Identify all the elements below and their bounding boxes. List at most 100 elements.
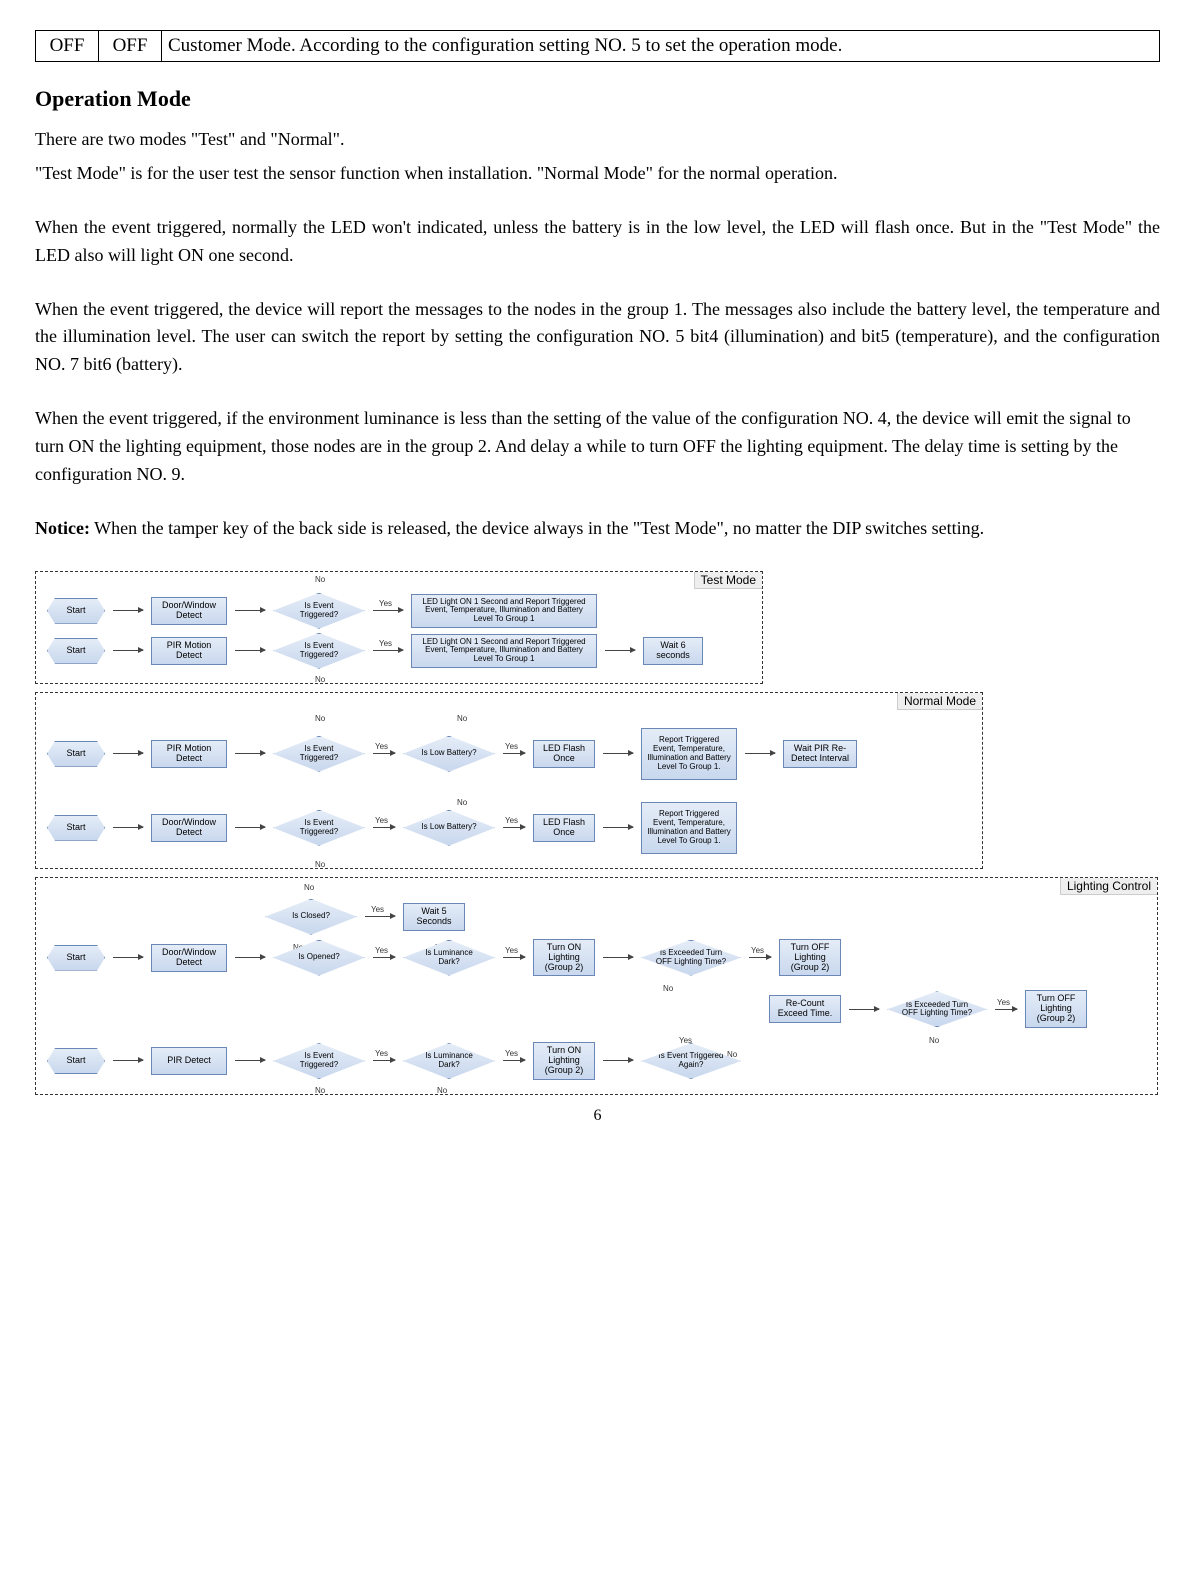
- arrow-icon: Yes: [365, 916, 395, 917]
- node-start: Start: [47, 945, 105, 971]
- node-report-group1: Report Triggered Event, Temperature, Ill…: [641, 728, 737, 780]
- arrow-icon: [603, 753, 633, 754]
- arrow-icon: Yes: [373, 650, 403, 651]
- node-low-battery: Is Low Battery?: [403, 810, 495, 846]
- node-door-detect: Door/Window Detect: [151, 944, 227, 972]
- node-report-group1: Report Triggered Event, Temperature, Ill…: [641, 802, 737, 854]
- arrow-icon: [113, 1060, 143, 1061]
- arrow-icon: Yes: [749, 957, 771, 958]
- para-4: When the event triggered, if the environ…: [35, 405, 1160, 489]
- arrow-icon: [745, 753, 775, 754]
- arrow-icon: Yes: [373, 610, 403, 611]
- mode-table-desc: Customer Mode. According to the configur…: [162, 31, 1160, 62]
- node-led-report: LED Light ON 1 Second and Report Trigger…: [411, 634, 597, 668]
- arrow-icon: [603, 957, 633, 958]
- node-recount: Re-Count Exceed Time.: [769, 995, 841, 1023]
- arrow-icon: Yes: [503, 753, 525, 754]
- arrow-icon: [603, 1060, 633, 1061]
- arrow-icon: Yes: [503, 1060, 525, 1061]
- node-event-triggered: Is Event Triggered?: [273, 810, 365, 846]
- arrow-icon: [113, 610, 143, 611]
- flowchart-lighting-control: Lighting Control Is Closed? Yes Wait 5 S…: [35, 877, 1158, 1095]
- arrow-icon: Yes: [373, 827, 395, 828]
- node-pir-detect: PIR Detect: [151, 1047, 227, 1075]
- node-wait5: Wait 5 Seconds: [403, 903, 465, 931]
- node-start: Start: [47, 1048, 105, 1074]
- node-wait6: Wait 6 seconds: [643, 637, 703, 665]
- arrow-icon: Yes: [503, 827, 525, 828]
- node-is-opened: Is Opened?: [273, 940, 365, 976]
- arrow-icon: [605, 650, 635, 651]
- node-exceed-time: Is Exceeded Turn OFF Lighting Time?: [641, 940, 741, 976]
- node-event-triggered: Is Event Triggered?: [273, 633, 365, 669]
- page-number: 6: [35, 1107, 1160, 1125]
- node-start: Start: [47, 638, 105, 664]
- arrow-icon: [113, 827, 143, 828]
- arrow-icon: [849, 1009, 879, 1010]
- arrow-icon: Yes: [503, 957, 525, 958]
- node-turn-off-g2-2: Turn OFF Lighting (Group 2): [1025, 990, 1087, 1028]
- arrow-icon: [235, 753, 265, 754]
- edge-no: No: [315, 714, 325, 723]
- node-turn-on-g2: Turn ON Lighting (Group 2): [533, 1042, 595, 1080]
- arrow-icon: [113, 957, 143, 958]
- node-wait-pir: Wait PIR Re-Detect Interval: [783, 740, 857, 768]
- mode-table-col1: OFF: [36, 31, 99, 62]
- edge-no: No: [315, 1086, 325, 1095]
- arrow-icon: [603, 827, 633, 828]
- node-start: Start: [47, 598, 105, 624]
- node-event-triggered: Is Event Triggered?: [273, 593, 365, 629]
- node-door-detect: Door/Window Detect: [151, 597, 227, 625]
- arrow-icon: [235, 610, 265, 611]
- notice-text: When the tamper key of the back side is …: [90, 518, 984, 538]
- node-low-battery: Is Low Battery?: [403, 736, 495, 772]
- flowchart-normal-mode: Normal Mode No No Start PIR Motion Detec…: [35, 692, 983, 869]
- arrow-icon: Yes: [373, 957, 395, 958]
- arrow-icon: [113, 753, 143, 754]
- arrow-icon: [235, 650, 265, 651]
- node-start: Start: [47, 815, 105, 841]
- para-2: When the event triggered, normally the L…: [35, 214, 1160, 270]
- para-1a: There are two modes "Test" and "Normal".: [35, 126, 1160, 154]
- notice-label: Notice:: [35, 518, 90, 538]
- arrow-icon: Yes: [373, 753, 395, 754]
- node-pir-detect: PIR Motion Detect: [151, 637, 227, 665]
- edge-no: No: [437, 1086, 447, 1095]
- node-lum-dark: Is Luminance Dark?: [403, 1043, 495, 1079]
- mode-table: OFF OFF Customer Mode. According to the …: [35, 30, 1160, 62]
- node-event-triggered-again: Is Event Triggered Again?: [641, 1043, 741, 1079]
- edge-no: No: [315, 575, 325, 584]
- node-is-closed: Is Closed?: [265, 899, 357, 935]
- notice-para: Notice: When the tamper key of the back …: [35, 515, 1160, 543]
- arrow-icon: [235, 827, 265, 828]
- edge-no: No: [457, 714, 467, 723]
- node-start: Start: [47, 741, 105, 767]
- node-pir-detect: PIR Motion Detect: [151, 740, 227, 768]
- node-exceed-time-2: Is Exceeded Turn OFF Lighting Time?: [887, 991, 987, 1027]
- arrow-icon: [235, 1060, 265, 1061]
- flowchart-lighting-label: Lighting Control: [1060, 878, 1157, 895]
- node-led-flash: LED Flash Once: [533, 814, 595, 842]
- flowchart-normal-label: Normal Mode: [897, 693, 982, 710]
- arrow-icon: Yes: [373, 1060, 395, 1061]
- arrow-icon: [235, 957, 265, 958]
- node-led-report: LED Light ON 1 Second and Report Trigger…: [411, 594, 597, 628]
- para-3: When the event triggered, the device wil…: [35, 296, 1160, 380]
- edge-no: No: [304, 883, 314, 892]
- edge-no: No: [315, 675, 325, 684]
- node-turn-off-g2: Turn OFF Lighting (Group 2): [779, 939, 841, 977]
- arrow-icon: [113, 650, 143, 651]
- section-heading: Operation Mode: [35, 86, 1160, 112]
- node-lum-dark: Is Luminance Dark?: [403, 940, 495, 976]
- edge-no: No: [315, 860, 325, 869]
- flowchart-test-mode: Test Mode Start Door/Window Detect Is Ev…: [35, 571, 763, 684]
- mode-table-col2: OFF: [99, 31, 162, 62]
- node-door-detect: Door/Window Detect: [151, 814, 227, 842]
- node-led-flash: LED Flash Once: [533, 740, 595, 768]
- para-1b: "Test Mode" is for the user test the sen…: [35, 160, 1160, 188]
- arrow-icon: Yes: [995, 1009, 1017, 1010]
- flowchart-test-label: Test Mode: [694, 572, 762, 589]
- node-turn-on-g2: Turn ON Lighting (Group 2): [533, 939, 595, 977]
- node-event-triggered: Is Event Triggered?: [273, 1043, 365, 1079]
- node-event-triggered: Is Event Triggered?: [273, 736, 365, 772]
